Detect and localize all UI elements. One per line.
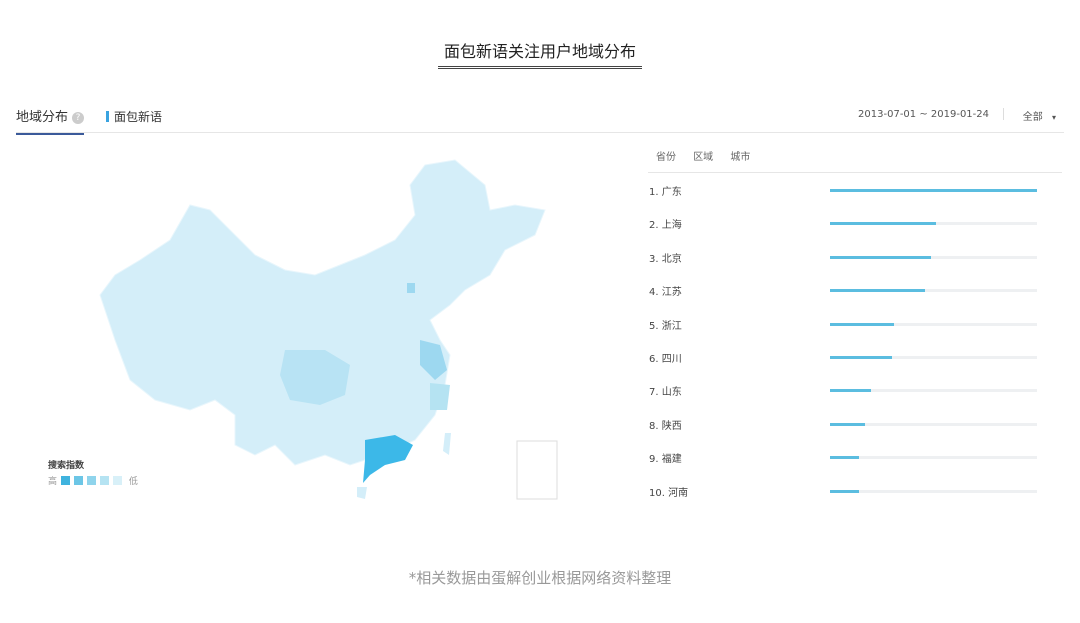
ranking-bar (830, 189, 1037, 192)
ranking-bar (830, 456, 859, 459)
tab-city[interactable]: 城市 (730, 152, 750, 163)
ranking-bar-track (830, 490, 1037, 493)
legend-swatch (100, 476, 109, 485)
map-china[interactable] (100, 160, 545, 465)
ranking-bar (830, 323, 894, 326)
south-china-sea-inset (517, 441, 557, 499)
tab-province[interactable]: 省份 (656, 152, 676, 163)
ranking-bar-track (830, 289, 1037, 292)
filter-dropdown[interactable]: 全部 ▾ (1023, 108, 1056, 123)
page-title: 面包新语关注用户地域分布 (0, 38, 1080, 69)
tab-region[interactable]: 地域分布? (16, 106, 84, 135)
legend-swatch (113, 476, 122, 485)
map-taiwan[interactable] (443, 433, 451, 455)
ranking-bar-track (830, 456, 1037, 459)
footer-note: *相关数据由蛋解创业根据网络资料整理 (0, 567, 1080, 588)
legend-title: 搜索指数 (48, 458, 138, 471)
ranking-label: 7. 山东 (649, 383, 682, 398)
ranking-row: 1. 广东 (648, 183, 1048, 199)
ranking-label: 8. 陕西 (649, 417, 682, 432)
ranking-bar (830, 389, 871, 392)
tab-bar: 地域分布? 面包新语 2013-07-01 ~ 2019-01-24 全部 ▾ (16, 98, 1064, 133)
legend-swatch (61, 476, 70, 485)
ranking-bar (830, 423, 865, 426)
ranking-label: 4. 江苏 (649, 283, 682, 298)
legend-high: 高 (48, 477, 57, 487)
ranking-label: 2. 上海 (649, 216, 682, 231)
ranking-bar-track (830, 222, 1037, 225)
legend-swatch (74, 476, 83, 485)
tab-area[interactable]: 区域 (693, 152, 713, 163)
help-icon[interactable]: ? (72, 112, 84, 124)
ranking-label: 1. 广东 (649, 183, 682, 198)
ranking-row: 2. 上海 (648, 216, 1048, 232)
ranking-bar-track (830, 189, 1037, 192)
ranking-label: 3. 北京 (649, 250, 682, 265)
legend-swatch (87, 476, 96, 485)
ranking-row: 4. 江苏 (648, 283, 1048, 299)
ranking-bar (830, 289, 925, 292)
ranking-row: 8. 陕西 (648, 417, 1048, 433)
divider (648, 172, 1062, 173)
china-map (95, 155, 565, 505)
ranking-label: 6. 四川 (649, 350, 682, 365)
ranking-row: 6. 四川 (648, 350, 1048, 366)
map-legend: 搜索指数 高 低 (48, 458, 138, 487)
ranking-row: 5. 浙江 (648, 317, 1048, 333)
ranking-label: 9. 福建 (649, 450, 682, 465)
ranking-bar-track (830, 323, 1037, 326)
legend-low: 低 (129, 477, 138, 487)
ranking-row: 7. 山东 (648, 383, 1048, 399)
ranking-bar-track (830, 423, 1037, 426)
ranking-row: 10. 河南 (648, 484, 1048, 500)
ranking-bar-track (830, 389, 1037, 392)
ranking-label: 5. 浙江 (649, 317, 682, 332)
ranking-bar (830, 490, 859, 493)
ranking-bar (830, 356, 892, 359)
ranking-bar-track (830, 256, 1037, 259)
ranking-row: 9. 福建 (648, 450, 1048, 466)
chevron-down-icon: ▾ (1052, 113, 1056, 122)
ranking-tabs: 省份 区域 城市 (656, 148, 764, 163)
map-guangdong[interactable] (363, 435, 413, 483)
ranking-label: 10. 河南 (649, 484, 688, 499)
map-zhejiang[interactable] (430, 383, 450, 410)
keyword-label: 面包新语 (106, 108, 162, 125)
map-beijing[interactable] (407, 283, 415, 293)
map-hainan[interactable] (357, 487, 367, 499)
ranking-bar-track (830, 356, 1037, 359)
ranking-row: 3. 北京 (648, 250, 1048, 266)
ranking-bar (830, 256, 931, 259)
ranking-bar (830, 222, 936, 225)
date-range[interactable]: 2013-07-01 ~ 2019-01-24 (858, 109, 989, 120)
divider (1003, 108, 1004, 120)
